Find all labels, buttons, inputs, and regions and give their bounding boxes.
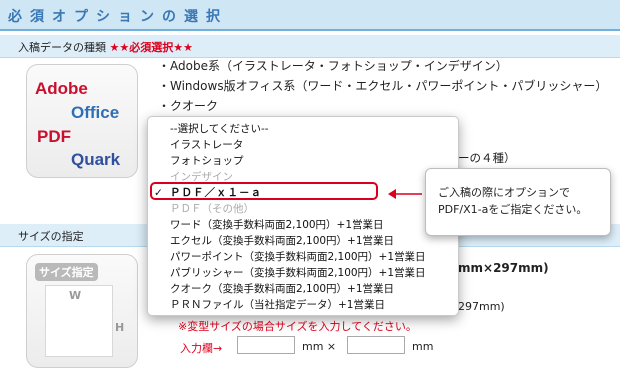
dropdown-option[interactable]: --選択してください-- — [148, 121, 458, 137]
dropdown-option[interactable]: フォトショップ — [148, 153, 458, 169]
unit-mm-x: mm × — [302, 340, 337, 353]
dropdown-option[interactable]: クオーク（変換手数料両面2,100円）+1営業日 — [148, 281, 458, 297]
dropdown-option[interactable]: エクセル（変換手数料両面2,100円）+1営業日 — [148, 233, 458, 249]
width-input[interactable] — [237, 336, 295, 354]
tooltip-callout: ご入稿の際にオプションでPDF/X1-aをご指定ください。 — [425, 168, 611, 236]
dropdown-option[interactable]: ＰＲＮファイル（当社指定データ）+1営業日 — [148, 297, 458, 313]
size-diagram-image: サイズ指定 W H — [26, 254, 138, 368]
bullet-adobe: ・Adobe系（イラストレータ・フォトショップ・インデザイン） — [158, 59, 508, 73]
software-logos-image: Adobe Office PDF Quark — [26, 64, 138, 178]
custom-size-note: ※変型サイズの場合サイズを入力してください。 — [178, 320, 417, 333]
header-divider — [0, 29, 620, 31]
input-label: 入力欄→ — [180, 342, 223, 355]
height-input[interactable] — [347, 336, 405, 354]
quark-logo: Quark — [71, 150, 121, 169]
office-logo: Office — [71, 103, 120, 122]
unit-mm: mm — [412, 340, 434, 353]
bullet-quark: ・クオーク — [158, 99, 219, 113]
obscured-size-text: mm×297mm) — [458, 261, 549, 275]
tooltip-text: ご入稿の際にオプションでPDF/X1-aをご指定ください。 — [438, 186, 588, 216]
pdf-logo: PDF — [37, 127, 71, 146]
dropdown-option[interactable]: パブリッシャー（変換手数料両面2,100円）+1営業日 — [148, 265, 458, 281]
bullet-office: ・Windows版オフィス系（ワード・エクセル・パワーポイント・パブリッシャー） — [158, 79, 608, 93]
obscured-text: ーの４種） — [458, 151, 516, 165]
size-diagram-title: サイズ指定 — [35, 263, 98, 281]
page-title: 必須オプションの選択 — [8, 9, 228, 25]
dropdown-option[interactable]: イラストレータ — [148, 137, 458, 153]
required-badge: ★★必須選択★★ — [109, 41, 193, 54]
width-marker: W — [69, 289, 82, 302]
file-type-dropdown-menu[interactable]: --選択してください-- イラストレータ フォトショップ インデザイン ✓ ＰＤ… — [147, 116, 459, 316]
obscured-size-text-2: 297mm) — [458, 300, 505, 313]
dropdown-option-disabled: ＰＤＦ（その他） — [170, 203, 254, 215]
size-label: サイズの指定 — [18, 230, 84, 243]
height-marker: H — [115, 321, 125, 334]
adobe-logo: Adobe — [35, 79, 88, 98]
arrow-left-icon — [388, 189, 422, 199]
dropdown-option[interactable]: ワード（変換手数料両面2,100円）+1営業日 — [148, 217, 458, 233]
file-type-label: 入稿データの種類 ★★必須選択★★ — [18, 41, 193, 54]
dropdown-option[interactable]: パワーポイント（変換手数料両面2,100円）+1営業日 — [148, 249, 458, 265]
selection-highlight-box — [150, 182, 378, 200]
